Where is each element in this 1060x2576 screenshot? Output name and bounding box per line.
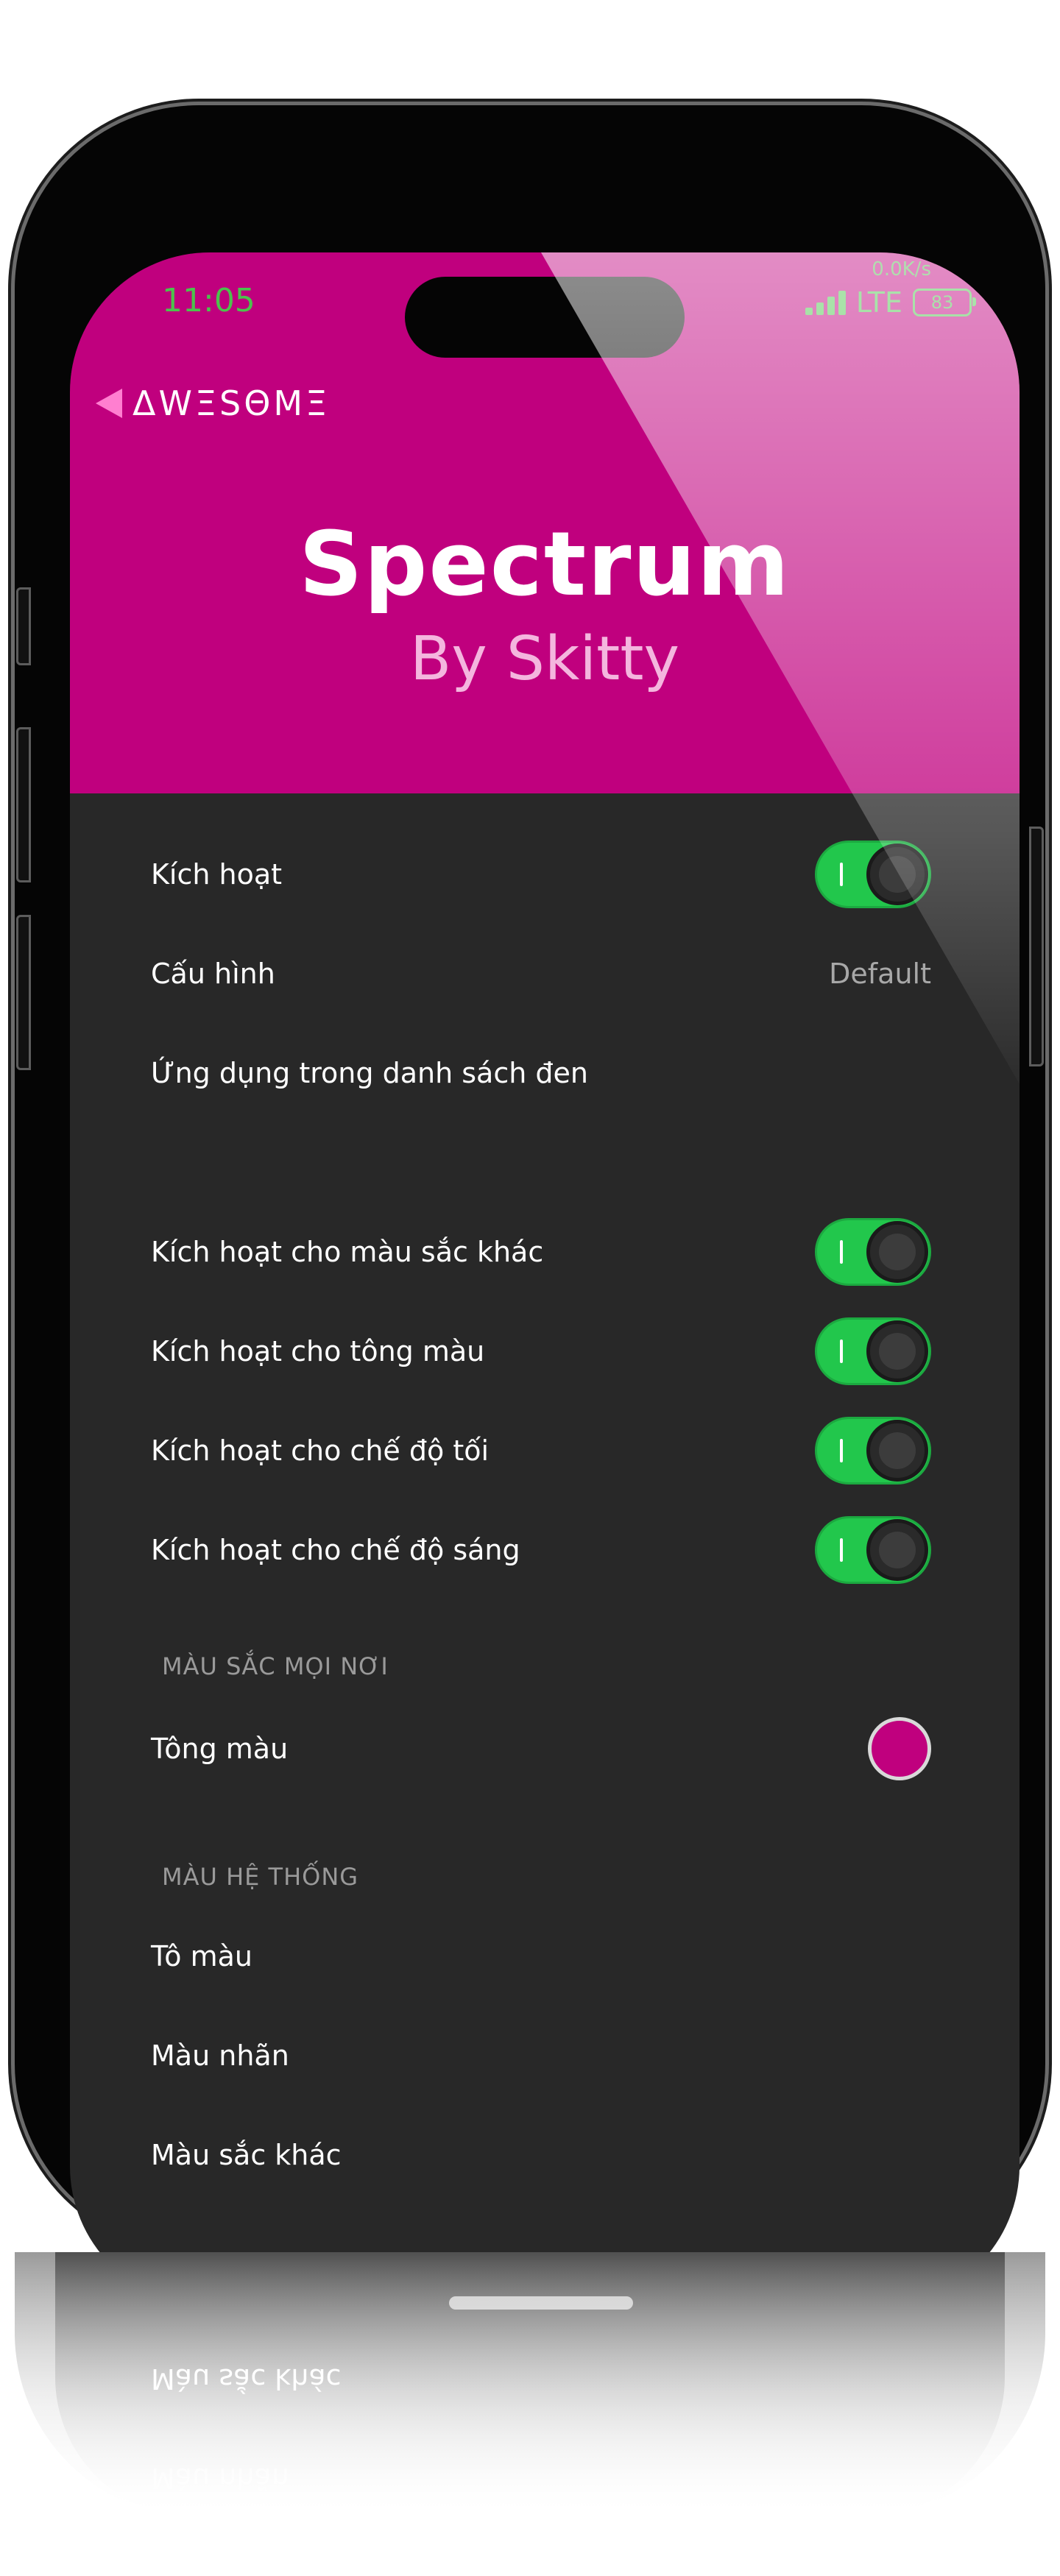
page-subtitle: By Skitty	[410, 624, 679, 694]
config-row[interactable]: Cấu hình Default	[151, 944, 931, 1003]
toggle-label: Kích hoạt cho chế độ tối	[151, 1434, 490, 1467]
enable-row[interactable]: Kích hoạt	[151, 841, 931, 908]
dark-mode-toggle[interactable]	[815, 1417, 931, 1485]
status-time: 11:05	[162, 282, 255, 319]
phone-reflection: Màu sắc khác Màu nhãn	[15, 2252, 1045, 2517]
enable-toggle[interactable]	[815, 841, 931, 908]
tint-color-swatch[interactable]	[868, 1717, 931, 1780]
config-value: Default	[829, 958, 931, 990]
action-button	[16, 587, 31, 665]
net-speed: 0.0K/s	[872, 258, 931, 280]
system-row-other-colors[interactable]: Màu sắc khác	[151, 2126, 931, 2184]
battery-icon: 83	[913, 289, 976, 316]
back-button[interactable]: ΔWΞSΘMΞ	[96, 383, 330, 423]
toggle-label: Kích hoạt cho màu sắc khác	[151, 1236, 544, 1268]
signal-icon	[805, 290, 846, 315]
system-item-label: Màu sắc khác	[151, 2139, 342, 2171]
volume-up-button	[16, 727, 31, 882]
system-item-label: Màu nhãn	[151, 2039, 289, 2072]
system-row-label-color[interactable]: Màu nhãn	[151, 2026, 931, 2085]
phone-frame: 11:05 0.0K/s LTE 83 ΔWΞSΘMΞ Spectrum By …	[15, 105, 1045, 2306]
back-label: ΔWΞSΘMΞ	[132, 383, 331, 423]
system-item-label: Tô màu	[151, 1940, 252, 1972]
system-row-fill[interactable]: Tô màu	[151, 1927, 931, 1986]
battery-level: 83	[930, 292, 954, 313]
volume-down-button	[16, 915, 31, 1070]
tint-toggle[interactable]	[815, 1317, 931, 1385]
light-mode-toggle[interactable]	[815, 1516, 931, 1584]
power-button	[1029, 827, 1044, 1066]
config-label: Cấu hình	[151, 958, 275, 990]
toggle-label: Kích hoạt cho tông màu	[151, 1335, 485, 1367]
toggle-row-light-mode[interactable]: Kích hoạt cho chế độ sáng	[151, 1516, 931, 1584]
toggle-row-dark-mode[interactable]: Kích hoạt cho chế độ tối	[151, 1417, 931, 1485]
section-header-everywhere: MÀU SẮC MỌI NƠI	[162, 1652, 389, 1680]
status-indicators: LTE 83	[805, 286, 976, 319]
tint-color-label: Tông màu	[151, 1733, 289, 1765]
other-colors-toggle[interactable]	[815, 1218, 931, 1286]
toggle-row-other-colors[interactable]: Kích hoạt cho màu sắc khác	[151, 1218, 931, 1286]
blacklist-row[interactable]: Ứng dụng trong danh sách đen	[151, 1044, 931, 1103]
carrier-label: LTE	[855, 286, 902, 319]
enable-label: Kích hoạt	[151, 858, 283, 891]
section-header-system: MÀU HỆ THỐNG	[162, 1863, 359, 1891]
screen: 11:05 0.0K/s LTE 83 ΔWΞSΘMΞ Spectrum By …	[70, 252, 1020, 2306]
blacklist-label: Ứng dụng trong danh sách đen	[151, 1057, 588, 1089]
reflection-fade	[15, 2252, 1045, 2517]
tint-color-row[interactable]: Tông màu	[151, 1717, 931, 1780]
page-title: Spectrum	[299, 514, 791, 616]
back-arrow-icon	[96, 389, 122, 418]
dynamic-island	[405, 277, 685, 358]
toggle-label: Kích hoạt cho chế độ sáng	[151, 1534, 520, 1566]
toggle-row-tint[interactable]: Kích hoạt cho tông màu	[151, 1317, 931, 1385]
